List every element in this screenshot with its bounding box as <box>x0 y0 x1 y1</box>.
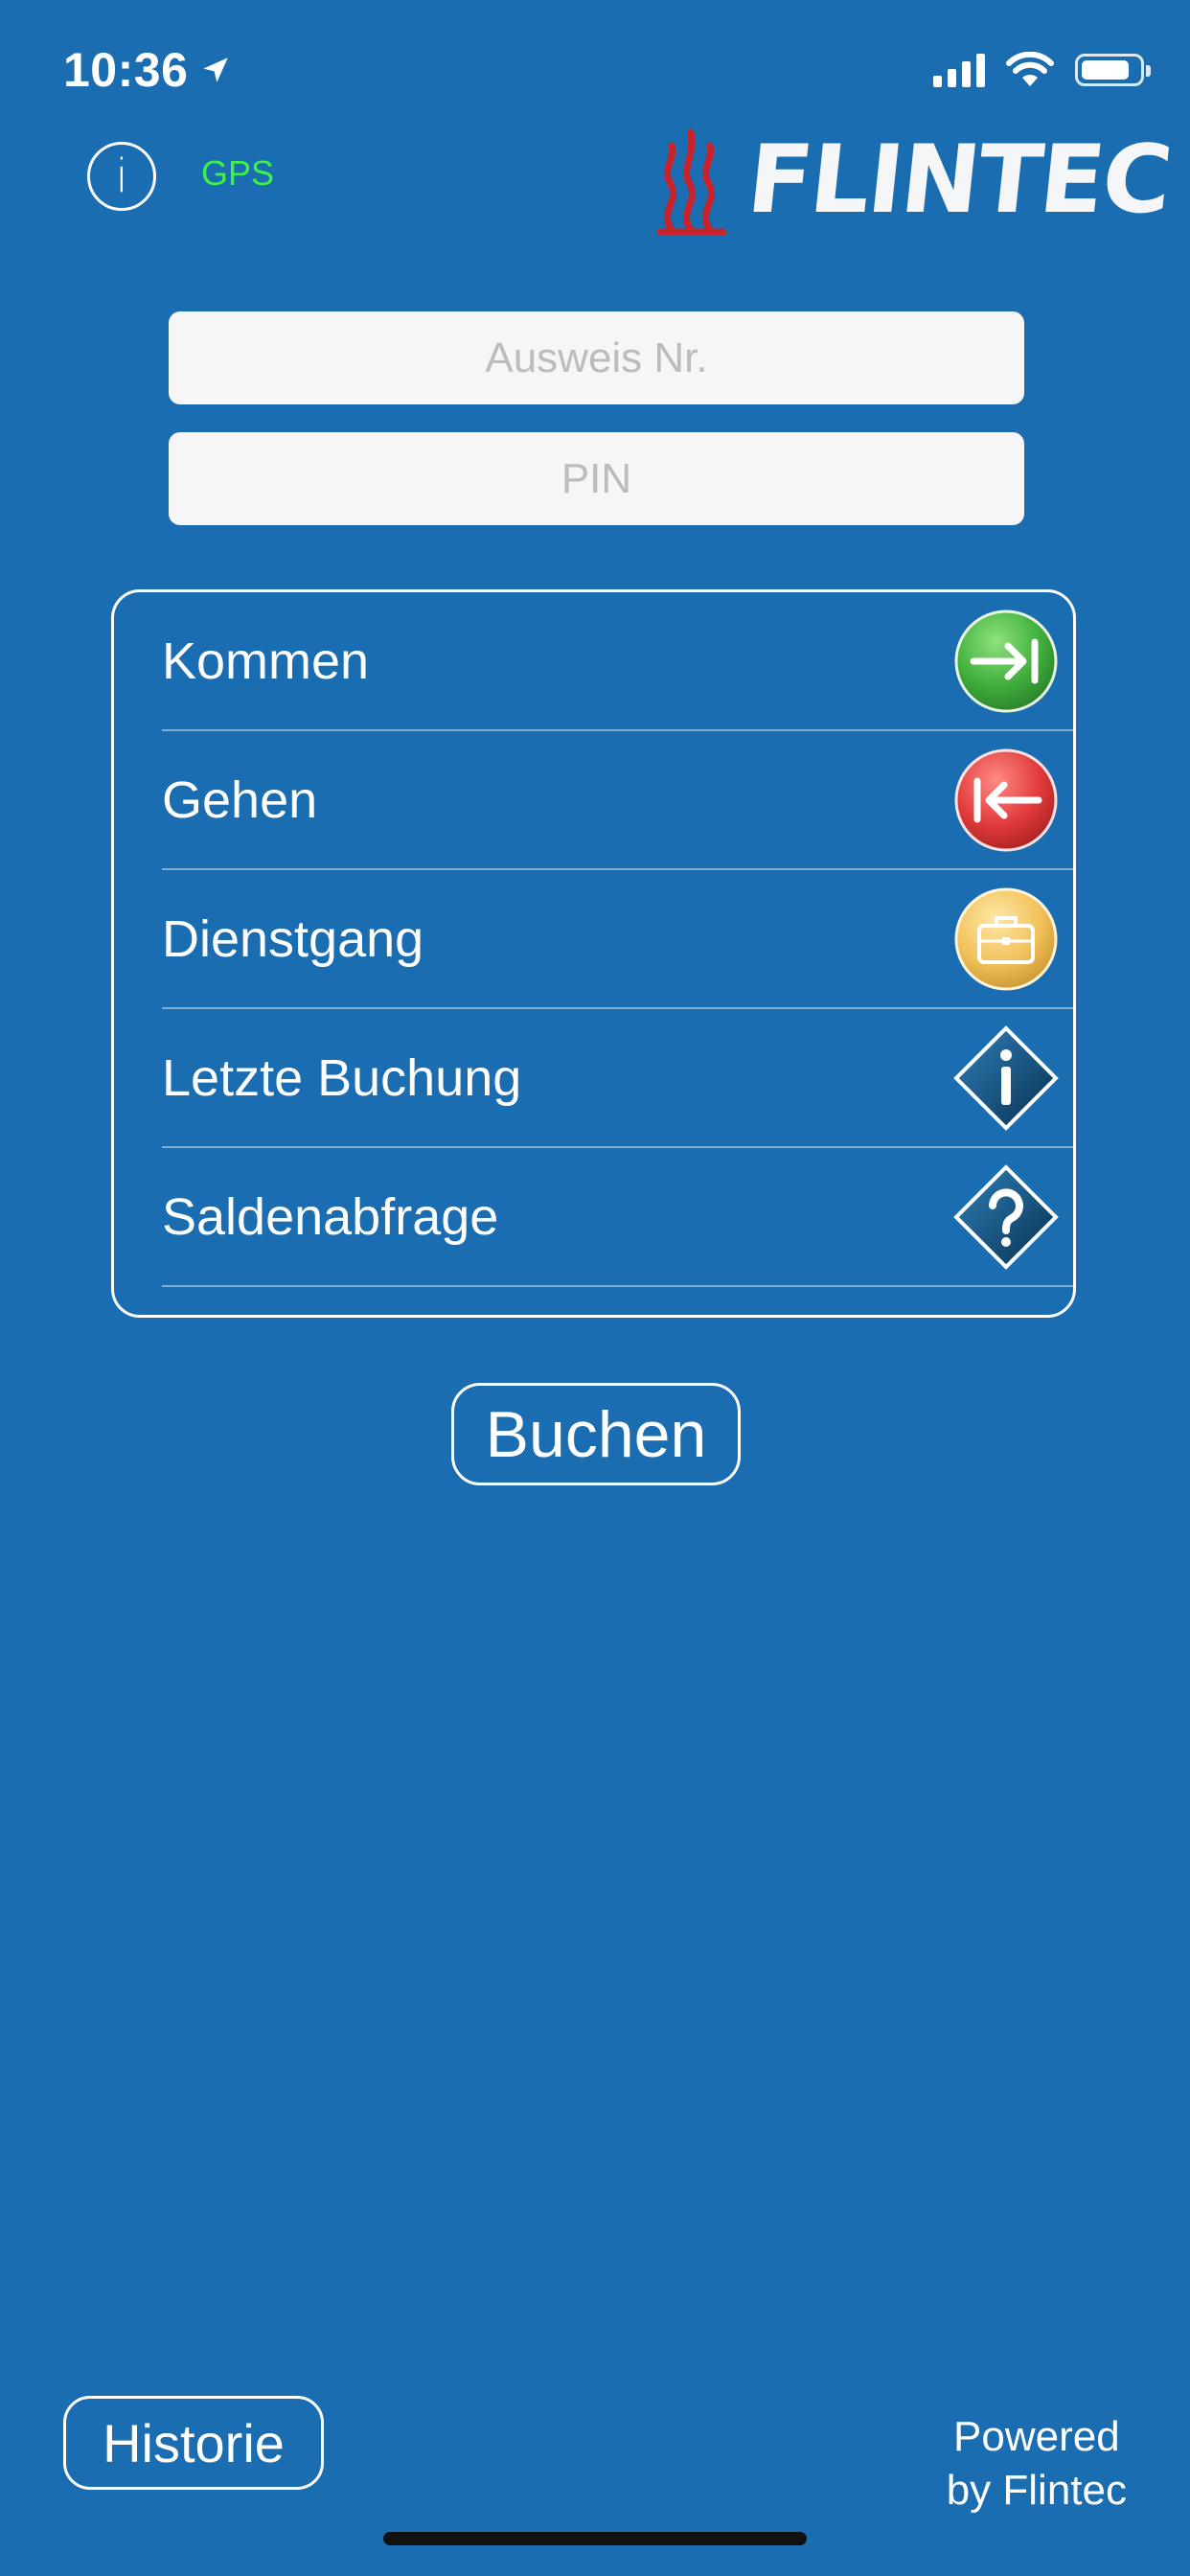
pin-input[interactable] <box>169 432 1024 525</box>
list-item-saldenabfrage[interactable]: Saldenabfrage <box>162 1148 1073 1287</box>
badge-number-input[interactable] <box>169 311 1024 404</box>
clock-in-icon <box>952 608 1060 715</box>
app-screen: 10:36 i GPS FLINTEC Ausweis Nr. Kommen G… <box>0 0 1190 2576</box>
gps-status-label: GPS <box>201 153 275 193</box>
battery-icon <box>1075 54 1151 86</box>
question-diamond-icon <box>952 1163 1060 1271</box>
powered-line-2: by Flintec <box>946 2467 1127 2514</box>
list-item-label: Gehen <box>162 770 318 829</box>
list-item-label: Saldenabfrage <box>162 1187 499 1246</box>
list-item-kommen[interactable]: Kommen <box>162 592 1073 731</box>
booking-type-list: Kommen Gehen Dienstgang Letzte Buchung S… <box>111 589 1076 1318</box>
list-item-label: Letzte Buchung <box>162 1048 522 1107</box>
list-item-dienstgang[interactable]: Dienstgang <box>162 870 1073 1009</box>
historie-button[interactable]: Historie <box>63 2396 324 2490</box>
powered-by-label: Powered by Flintec <box>947 2410 1127 2518</box>
status-time-text: 10:36 <box>63 43 189 97</box>
info-icon: i <box>115 150 128 203</box>
info-diamond-icon <box>952 1024 1060 1132</box>
status-bar-right <box>933 52 1151 88</box>
wifi-icon <box>1006 52 1054 86</box>
signal-icon <box>933 53 985 87</box>
logo-text: FLINTEC <box>743 125 1176 235</box>
home-indicator[interactable] <box>383 2532 807 2545</box>
list-item-label: Dienstgang <box>162 909 424 968</box>
briefcase-icon <box>952 886 1060 993</box>
flintec-logo: FLINTEC <box>656 125 1176 235</box>
list-item-gehen[interactable]: Gehen <box>162 731 1073 870</box>
clock-out-icon <box>952 747 1060 854</box>
flame-logo-icon <box>656 128 727 235</box>
info-button[interactable]: i <box>87 142 156 211</box>
status-bar-time: 10:36 <box>63 42 232 98</box>
list-item-letzte-buchung[interactable]: Letzte Buchung <box>162 1009 1073 1148</box>
battery-level <box>1082 60 1129 80</box>
powered-line-1: Powered <box>953 2413 1120 2460</box>
buchen-button[interactable]: Buchen <box>451 1383 741 1485</box>
location-arrow-icon <box>203 58 229 82</box>
list-item-label: Kommen <box>162 632 370 690</box>
